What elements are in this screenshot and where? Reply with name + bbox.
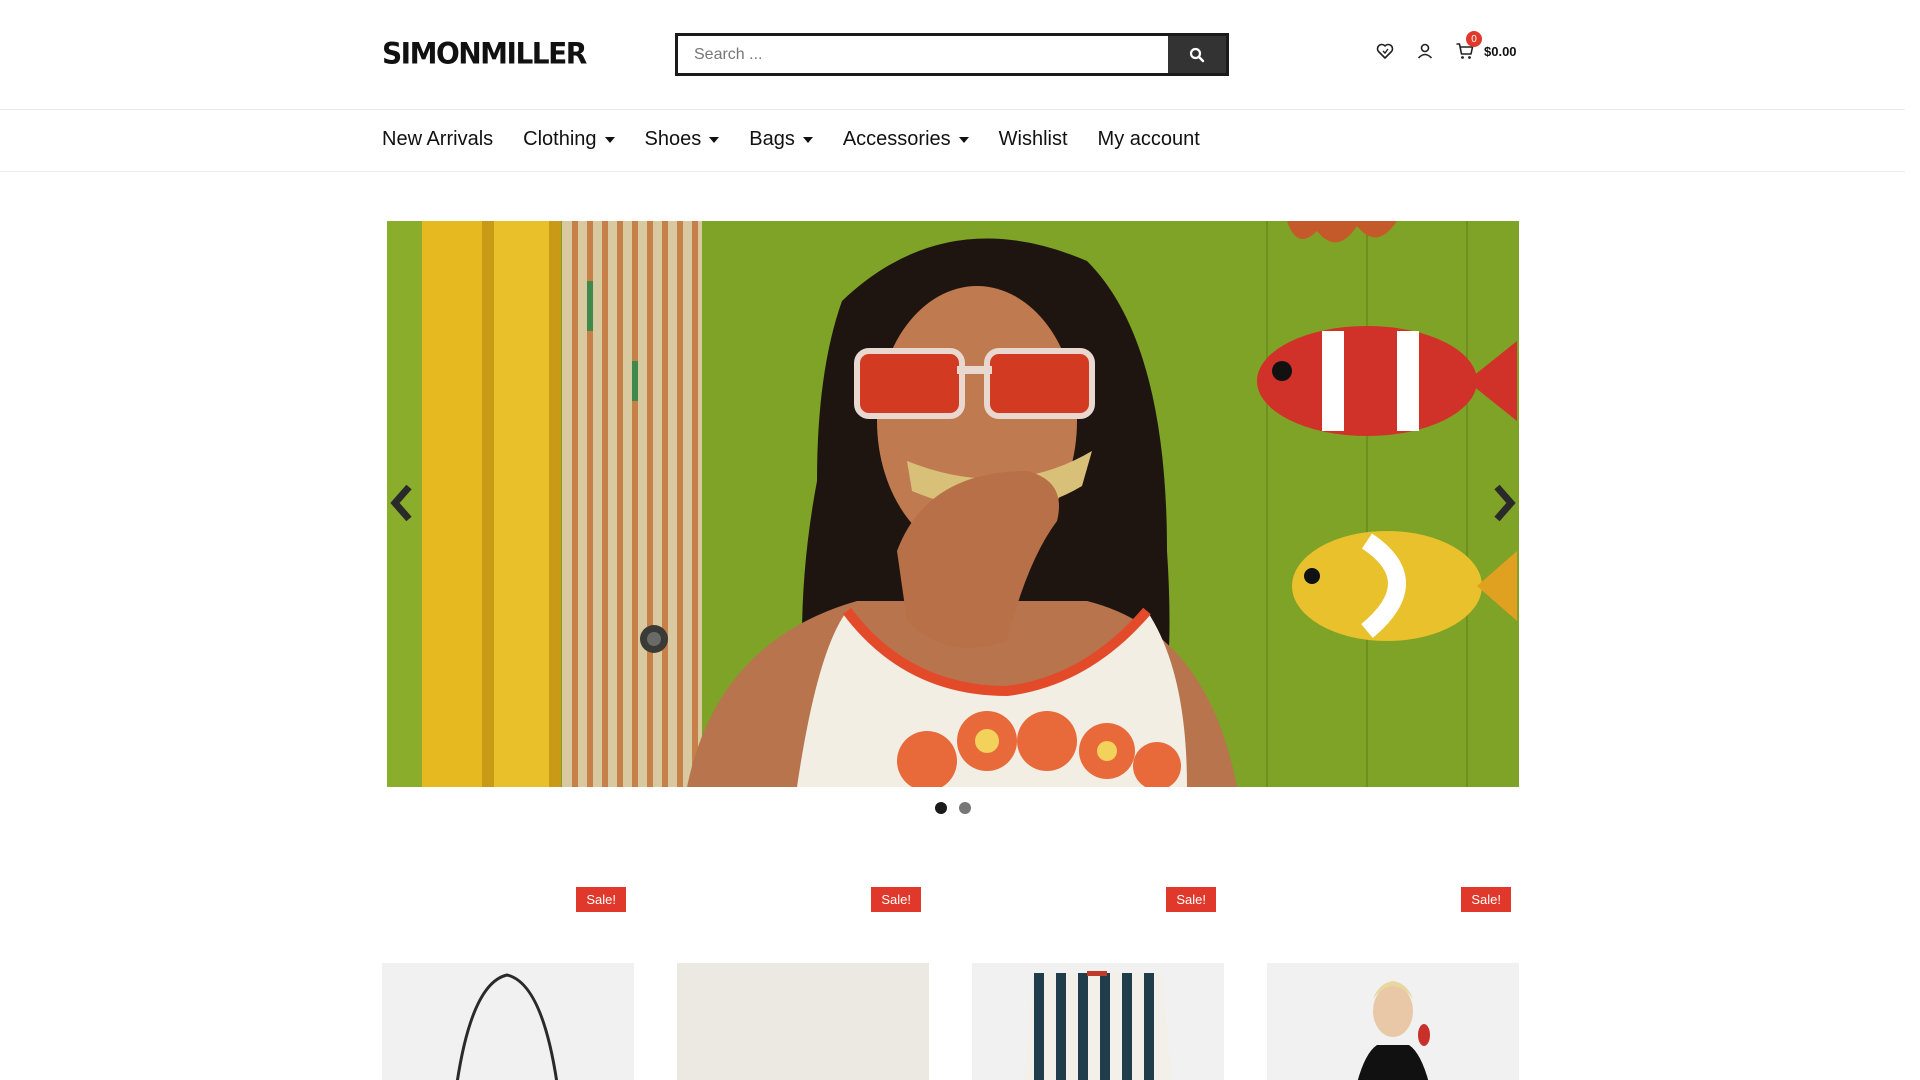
site-header: SIMONMILLER Search ... 0 $0.00	[0, 0, 1905, 110]
chevron-left-icon	[390, 484, 412, 522]
nav-item-clothing[interactable]: Clothing	[523, 128, 615, 151]
caret-down-icon	[604, 136, 615, 143]
slider-prev-button[interactable]	[387, 483, 417, 523]
wishlist-button[interactable]	[1374, 40, 1396, 62]
nav-item-label: Wishlist	[998, 128, 1068, 150]
heart-icon	[1376, 43, 1394, 59]
product-card[interactable]: Sale!	[1267, 885, 1519, 1080]
cart-count-badge: 0	[1466, 31, 1482, 47]
nav-item-new-arrivals[interactable]: New Arrivals	[382, 128, 493, 151]
sale-badge: Sale!	[576, 887, 626, 912]
search-form	[675, 33, 1229, 76]
nav-item-accessories[interactable]: Accessories	[843, 128, 969, 151]
product-card[interactable]: Sale!	[382, 885, 634, 1080]
product-card[interactable]: Sale!	[972, 885, 1224, 1080]
product-image[interactable]	[382, 963, 634, 1080]
user-icon	[1417, 43, 1433, 59]
search-icon	[1189, 47, 1205, 62]
caret-down-icon	[709, 136, 720, 143]
nav-item-bags[interactable]: Bags	[749, 128, 813, 151]
sale-badge: Sale!	[1166, 887, 1216, 912]
search-input[interactable]	[678, 36, 1168, 73]
nav-item-label: Accessories	[842, 128, 951, 150]
product-image[interactable]	[1267, 963, 1519, 1080]
slider-dot-2[interactable]	[959, 802, 971, 814]
slider-next-button[interactable]	[1489, 483, 1519, 523]
slider-pagination	[935, 802, 971, 814]
slider-dot-1[interactable]	[935, 802, 947, 814]
nav-item-label: New Arrivals	[382, 128, 494, 150]
account-button[interactable]	[1414, 40, 1436, 62]
nav-item-shoes[interactable]: Shoes	[645, 128, 720, 151]
nav-item-label: Clothing	[523, 128, 597, 150]
main-nav: New Arrivals Clothing Shoes Bags Accesso…	[0, 110, 1905, 172]
nav-item-label: Shoes	[644, 128, 702, 150]
nav-item-label: Bags	[749, 128, 795, 150]
product-image[interactable]	[677, 963, 929, 1080]
site-logo[interactable]: SIMONMILLER	[382, 36, 587, 71]
sale-badge: Sale!	[1461, 887, 1511, 912]
nav-item-my-account[interactable]: My account	[1098, 128, 1200, 151]
cart-button[interactable]: 0	[1454, 31, 1482, 62]
hero-slide-image	[387, 221, 1519, 787]
nav-item-label: My account	[1097, 128, 1200, 150]
hero-slider	[387, 221, 1519, 787]
product-grid: Sale! Sale! Sale! Sale!	[382, 885, 1519, 1080]
nav-menu: New Arrivals Clothing Shoes Bags Accesso…	[382, 128, 1230, 151]
header-icons: 0 $0.00	[1374, 31, 1517, 62]
product-card[interactable]: Sale!	[677, 885, 929, 1080]
caret-down-icon	[802, 136, 813, 143]
chevron-right-icon	[1494, 484, 1516, 522]
cart-total[interactable]: $0.00	[1484, 44, 1517, 59]
caret-down-icon	[958, 136, 969, 143]
sale-badge: Sale!	[871, 887, 921, 912]
search-button[interactable]	[1168, 36, 1226, 73]
product-image[interactable]	[972, 963, 1224, 1080]
nav-item-wishlist[interactable]: Wishlist	[999, 128, 1068, 151]
